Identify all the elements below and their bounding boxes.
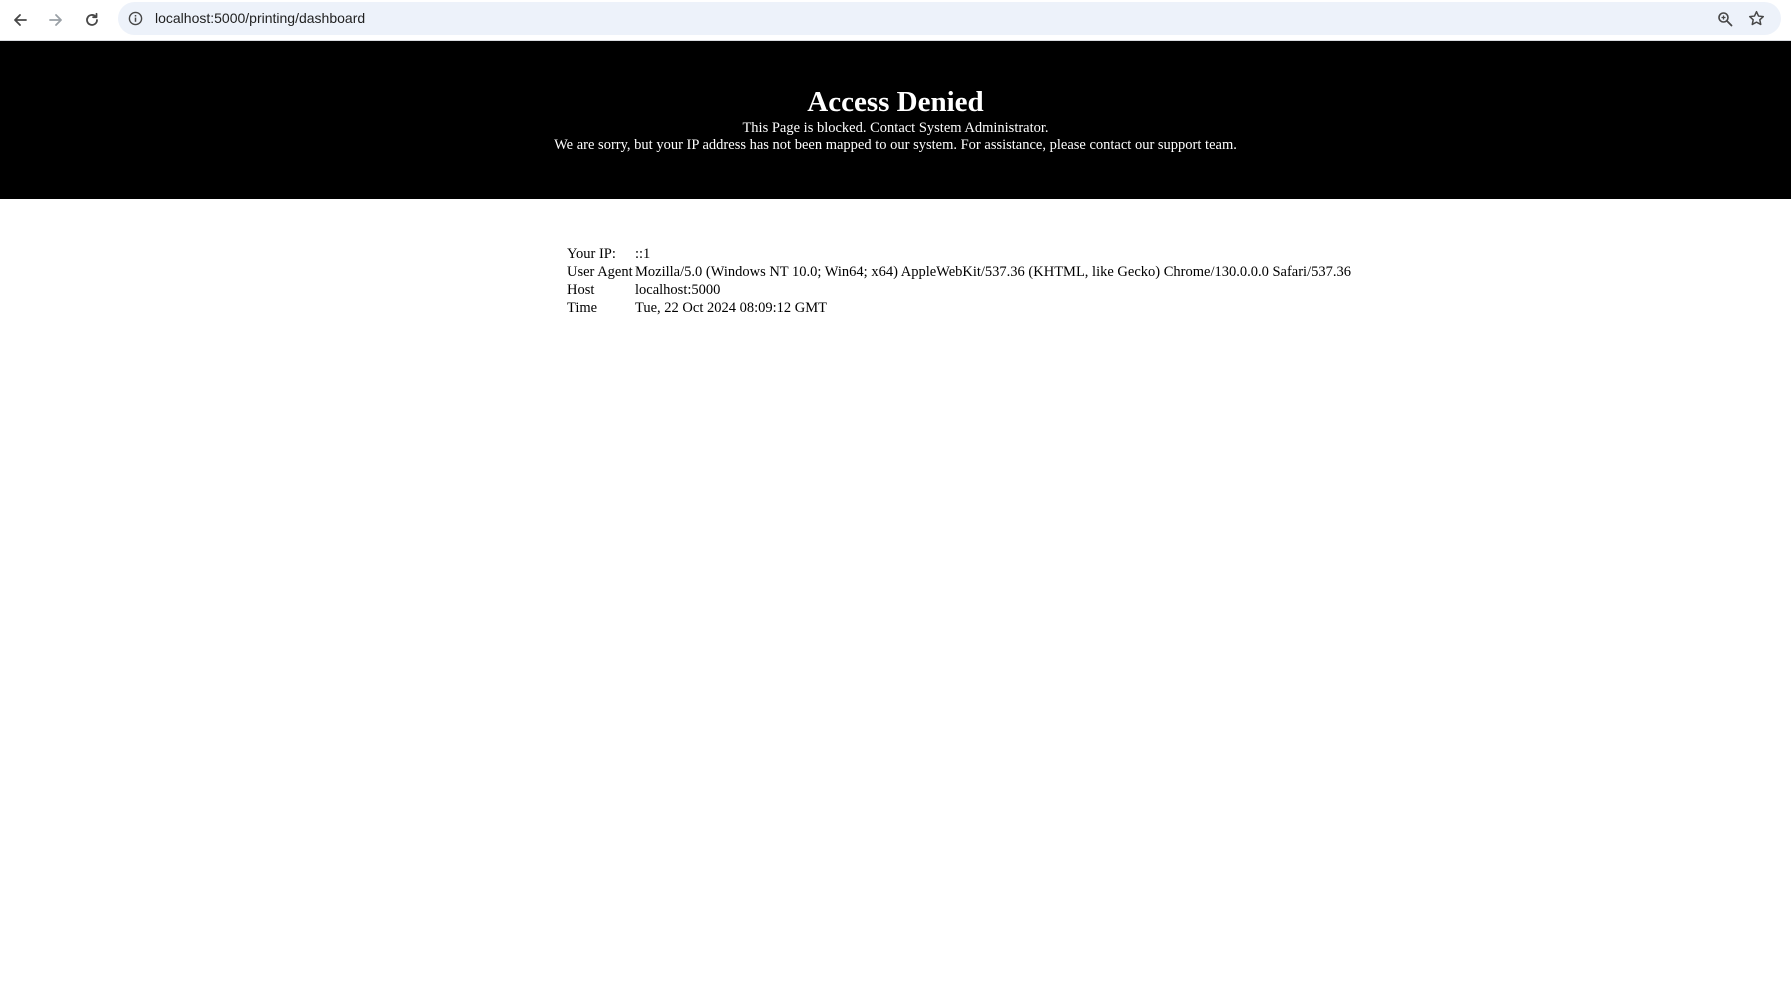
ip-label: Your IP: — [567, 246, 616, 262]
table-row: User Agent Mozilla/5.0 (Windows NT 10.0;… — [567, 263, 1351, 281]
time-value: Tue, 22 Oct 2024 08:09:12 GMT — [635, 300, 827, 316]
forward-button[interactable] — [41, 5, 71, 35]
support-message: We are sorry, but your IP address has no… — [554, 137, 1237, 153]
table-row: Host localhost:5000 — [567, 281, 1351, 299]
host-value: localhost:5000 — [635, 282, 721, 298]
blocked-message: This Page is blocked. Contact System Adm… — [742, 120, 1049, 136]
bookmark-button[interactable] — [1746, 8, 1767, 29]
page-title: Access Denied — [807, 86, 984, 118]
table-row: Your IP: ::1 — [567, 245, 1351, 263]
access-denied-banner: Access Denied This Page is blocked. Cont… — [0, 41, 1791, 199]
table-row: Time Tue, 22 Oct 2024 08:09:12 GMT — [567, 299, 1351, 317]
request-info-table: Your IP: ::1 User Agent Mozilla/5.0 (Win… — [567, 245, 1351, 317]
user-agent-label: User Agent — [567, 264, 633, 280]
reload-icon — [86, 12, 98, 26]
back-button[interactable] — [5, 5, 35, 35]
time-label: Time — [567, 300, 598, 316]
arrow-left-icon — [14, 14, 27, 26]
address-bar[interactable]: localhost:5000/printing/dashboard — [118, 2, 1781, 35]
browser-toolbar: localhost:5000/printing/dashboard — [0, 0, 1791, 41]
url-text[interactable]: localhost:5000/printing/dashboard — [155, 10, 365, 26]
user-agent-value: Mozilla/5.0 (Windows NT 10.0; Win64; x64… — [635, 264, 1351, 280]
host-label: Host — [567, 282, 595, 298]
arrow-right-icon — [49, 14, 62, 26]
star-icon — [1748, 10, 1765, 26]
reload-button[interactable] — [77, 5, 107, 35]
ip-value: ::1 — [635, 246, 651, 262]
zoom-button[interactable] — [1714, 8, 1735, 29]
info-circle-icon — [128, 11, 143, 26]
site-info-button[interactable] — [126, 9, 145, 28]
zoom-icon — [1717, 11, 1732, 26]
